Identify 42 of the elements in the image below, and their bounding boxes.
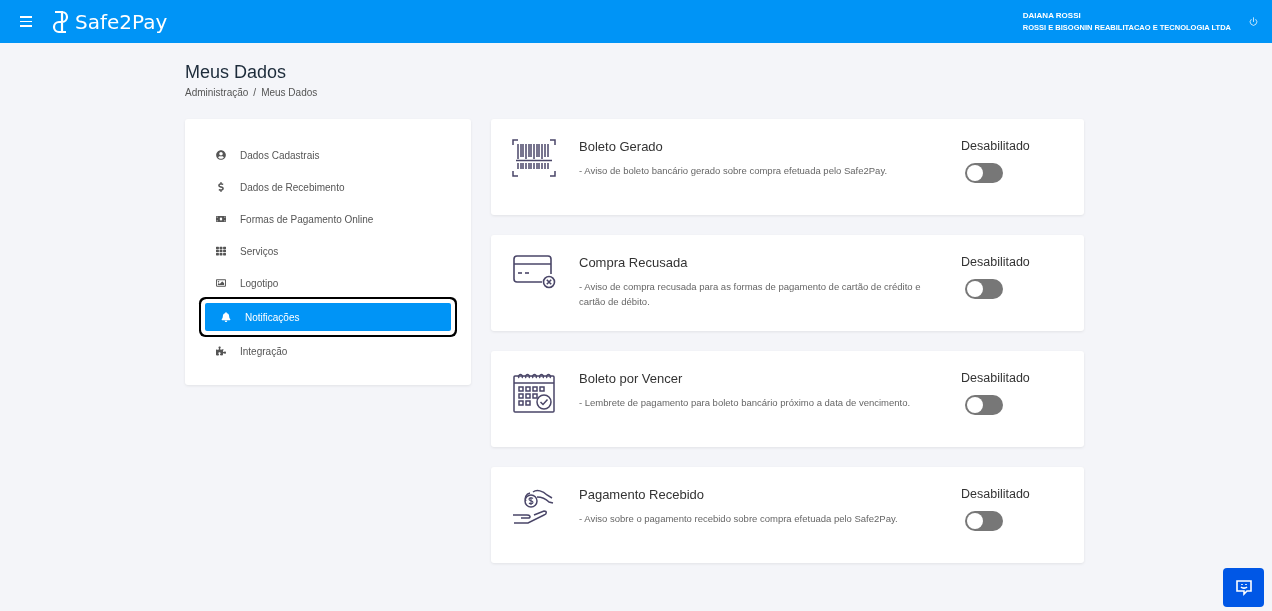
grid-icon <box>216 246 226 256</box>
notification-description: - Aviso de compra recusada para as formas de pagamento de cartão de crédito e cartão de débito. <box>579 280 922 309</box>
calendar-icon <box>512 371 556 413</box>
user-name: DAIANA ROSSI <box>1022 11 1082 20</box>
breadcrumb-item: Meus Dados <box>261 87 318 98</box>
status-label: Desabilitado <box>961 487 1030 501</box>
barcode-icon <box>512 139 556 177</box>
menu-item[interactable]: Serviços <box>200 237 456 265</box>
banknote-icon <box>216 214 226 224</box>
chat-button[interactable] <box>1223 568 1264 607</box>
power-button[interactable] <box>1249 17 1258 26</box>
menu-button[interactable] <box>20 16 32 27</box>
notification-title: Pagamento Recebido <box>579 487 706 502</box>
user-icon <box>216 150 226 160</box>
notification-title: Compra Recusada <box>579 255 689 270</box>
menu-item[interactable]: Logotipo <box>200 269 456 297</box>
bell-icon <box>221 312 231 322</box>
menu-item[interactable]: Formas de Pagamento Online <box>200 205 456 233</box>
notification-description: - Aviso sobre o pagamento recebido sobre compra efetuada pelo Safe2Pay. <box>579 512 899 526</box>
notification-description: - Lembrete de pagamento para boleto bancário próximo a data de vencimento. <box>579 396 912 410</box>
menu-item[interactable]: Dados Cadastrais <box>200 141 456 169</box>
status-label: Desabilitado <box>961 139 1030 153</box>
credit-card-icon <box>512 255 556 289</box>
toggle-switch[interactable] <box>965 279 1003 299</box>
toggle-switch[interactable] <box>965 511 1003 531</box>
menu-item[interactable]: Dados de Recebimento <box>200 173 456 201</box>
status-label: Desabilitado <box>961 371 1030 385</box>
image-icon <box>216 278 226 288</box>
page-title: Meus Dados <box>185 62 288 83</box>
menu-item[interactable]: Integração <box>200 337 456 365</box>
breadcrumb-separator: / <box>253 87 257 98</box>
dollar-icon <box>216 182 226 192</box>
notification-title: Boleto Gerado <box>579 139 664 154</box>
toggle-switch[interactable] <box>965 163 1003 183</box>
toggle-switch[interactable] <box>965 395 1003 415</box>
brand-name: Safe2Pay <box>75 9 168 34</box>
notification-description: - Aviso de boleto bancário gerado sobre compra efetuada pelo Safe2Pay. <box>579 164 889 178</box>
breadcrumb-item[interactable]: Administração <box>185 87 249 98</box>
chat-icon <box>1234 578 1253 597</box>
puzzle-icon <box>216 346 226 356</box>
status-label: Desabilitado <box>961 255 1030 269</box>
notification-title: Boleto por Vencer <box>579 371 684 386</box>
